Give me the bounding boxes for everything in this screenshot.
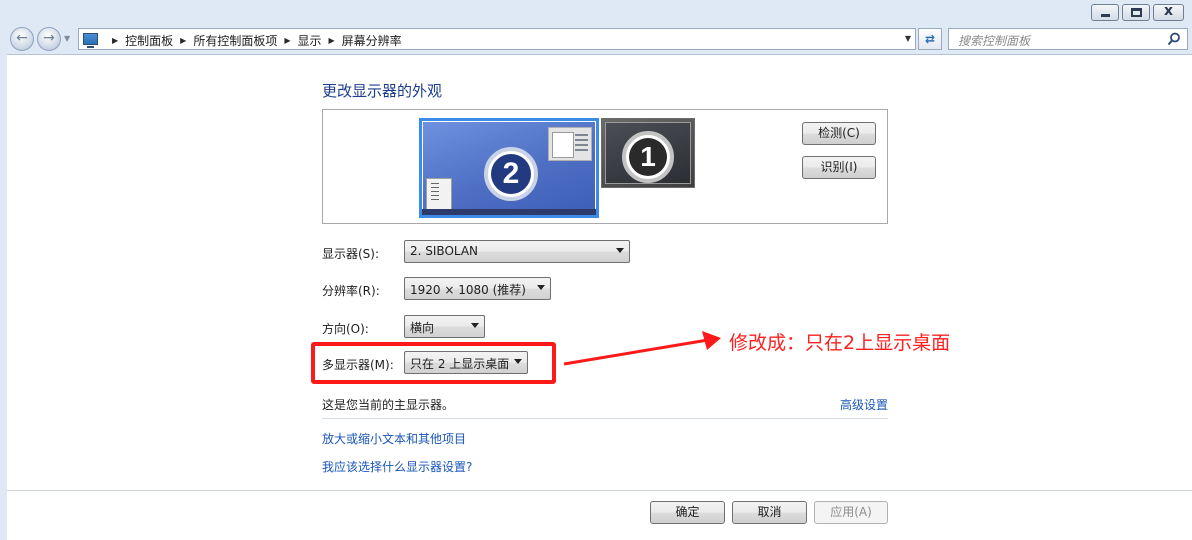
taskbar-thumbnail bbox=[422, 209, 596, 215]
close-icon: x bbox=[1163, 3, 1174, 19]
primary-display-note: 这是您当前的主显示器。 bbox=[322, 398, 455, 412]
breadcrumb-screen-resolution[interactable]: 屏幕分辨率 bbox=[342, 32, 402, 49]
refresh-icon: ⇄ bbox=[924, 32, 936, 46]
arrow-left-icon: ← bbox=[16, 30, 28, 46]
minimize-icon bbox=[1101, 14, 1110, 17]
display-label: 显示器(S): bbox=[322, 247, 380, 261]
chevron-down-icon bbox=[537, 285, 545, 290]
start-menu-thumbnail-icon bbox=[426, 178, 452, 212]
text-size-link[interactable]: 放大或缩小文本和其他项目 bbox=[322, 430, 466, 447]
maximize-icon bbox=[1131, 8, 1142, 17]
breadcrumb-control-panel[interactable]: 控制面板 bbox=[125, 32, 173, 49]
detect-button[interactable]: 检测(C) bbox=[802, 122, 876, 145]
annotation-text: 修改成：只在2上显示桌面 bbox=[729, 332, 951, 354]
identify-button[interactable]: 识别(I) bbox=[802, 156, 876, 179]
navigation-bar: ← → ▼ ▶ 控制面板 ▶ 所有控制面板项 ▶ 显示 ▶ 屏幕分辨率 ▼ ⇄ … bbox=[0, 26, 1192, 52]
chevron-down-icon bbox=[471, 323, 479, 328]
cancel-button[interactable]: 取消 bbox=[732, 501, 807, 524]
orientation-select-value: 横向 bbox=[410, 321, 435, 335]
breadcrumb: ▶ 控制面板 ▶ 所有控制面板项 ▶ 显示 ▶ 屏幕分辨率 bbox=[105, 32, 402, 49]
resolution-select-value: 1920 × 1080 (推荐) bbox=[410, 283, 526, 297]
page-title: 更改显示器的外观 bbox=[322, 82, 443, 100]
display-select-value: 2. SIBOLAN bbox=[410, 244, 479, 258]
control-panel-icon bbox=[83, 33, 98, 48]
address-dropdown-icon[interactable]: ▼ bbox=[905, 34, 911, 43]
resolution-label: 分辨率(R): bbox=[322, 284, 380, 298]
forward-button[interactable]: → bbox=[37, 27, 61, 51]
search-input[interactable]: 搜索控制面板 bbox=[948, 28, 1188, 50]
advanced-settings-link[interactable]: 高级设置 bbox=[840, 396, 888, 413]
monitor-2-tile[interactable]: 2 bbox=[419, 118, 599, 218]
recent-pages-dropdown[interactable]: ▼ bbox=[64, 34, 70, 43]
close-button[interactable]: x bbox=[1153, 3, 1184, 21]
window-controls: x bbox=[1091, 3, 1184, 21]
footer-divider bbox=[7, 490, 1192, 491]
search-placeholder: 搜索控制面板 bbox=[958, 34, 1031, 48]
breadcrumb-all-items[interactable]: 所有控制面板项 bbox=[193, 32, 277, 49]
apply-button[interactable]: 应用(A) bbox=[814, 501, 888, 524]
back-button[interactable]: ← bbox=[10, 27, 34, 51]
display-settings-help-link[interactable]: 我应该选择什么显示器设置? bbox=[322, 458, 472, 475]
chevron-right-icon[interactable]: ▶ bbox=[284, 36, 290, 45]
ok-button[interactable]: 确定 bbox=[650, 501, 725, 524]
annotation-highlight-box bbox=[311, 342, 556, 384]
chevron-down-icon bbox=[616, 248, 624, 253]
maximize-button[interactable] bbox=[1122, 4, 1150, 21]
monitor-2-number-badge: 2 bbox=[484, 147, 538, 201]
annotation-arrow bbox=[563, 331, 721, 366]
display-select[interactable]: 2. SIBOLAN bbox=[404, 240, 630, 263]
minimize-button[interactable] bbox=[1091, 4, 1119, 21]
arrow-right-icon: → bbox=[43, 30, 55, 46]
chevron-right-icon[interactable]: ▶ bbox=[112, 36, 118, 45]
address-bar[interactable]: ▶ 控制面板 ▶ 所有控制面板项 ▶ 显示 ▶ 屏幕分辨率 ▼ bbox=[78, 28, 916, 50]
monitor-2-number: 2 bbox=[491, 154, 531, 194]
resolution-select[interactable]: 1920 × 1080 (推荐) bbox=[404, 277, 551, 300]
window-thumbnail-icon bbox=[548, 127, 592, 161]
chevron-right-icon[interactable]: ▶ bbox=[329, 36, 335, 45]
monitor-1-number-badge: 1 bbox=[622, 131, 674, 183]
search-icon[interactable] bbox=[1167, 32, 1181, 46]
monitor-1-tile[interactable]: 1 bbox=[601, 118, 695, 188]
breadcrumb-display[interactable]: 显示 bbox=[298, 32, 322, 49]
section-divider bbox=[322, 418, 888, 419]
refresh-button[interactable]: ⇄ bbox=[918, 28, 942, 50]
chevron-right-icon[interactable]: ▶ bbox=[180, 36, 186, 45]
orientation-label: 方向(O): bbox=[322, 322, 369, 336]
orientation-select[interactable]: 横向 bbox=[404, 315, 485, 338]
monitor-1-number: 1 bbox=[629, 138, 667, 176]
